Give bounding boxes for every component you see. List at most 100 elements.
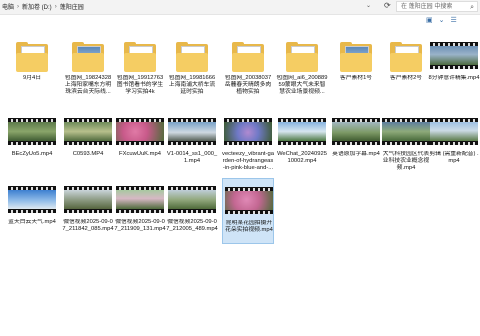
file-name-label: 英语原加字幕.mp4: [332, 151, 380, 157]
video-thumbnail: [114, 178, 166, 218]
video-thumbnail: [62, 178, 114, 218]
film-strip-icon: [278, 118, 326, 145]
search-input[interactable]: 在 蓬阳庄园 中搜索 ⌕: [396, 1, 478, 12]
video-file-item[interactable]: C0593.MP4: [62, 110, 114, 176]
file-name-label: FXcuwUuK.mp4: [119, 151, 161, 157]
file-name-label: 微信视频2025-09-07_212005_489.mp4: [166, 219, 218, 232]
film-strip-icon: [116, 186, 164, 213]
folder-item[interactable]: 包图网_19912763图书馆看书的学生学习实拍4k: [114, 34, 166, 100]
breadcrumb-item-folder[interactable]: 蓬阳庄园: [60, 2, 84, 11]
folder-item[interactable]: 客户素材2号: [380, 34, 432, 100]
file-name-label: 微信视频2025-09-07_211909_131.mp4: [114, 219, 166, 232]
film-strip-icon: [8, 118, 56, 145]
file-name-label: 蓝天白云天气.mp4: [8, 219, 56, 225]
folder-icon: [222, 34, 274, 74]
folder-icon: [6, 34, 58, 74]
folder-item[interactable]: 客户素材1号: [330, 34, 382, 100]
breadcrumb-separator-icon: ›: [17, 3, 20, 10]
breadcrumb-item-drive[interactable]: 新加卷 (D:): [22, 2, 52, 11]
video-thumbnail: [222, 110, 274, 150]
file-name-label: vecteezy_vibrant-garden-of-hydrangeas-in…: [222, 151, 274, 171]
view-icons: ▣ ⌄ ☰: [426, 16, 457, 24]
folder-icon: [114, 34, 166, 74]
address-bar: 电脑 › 新加卷 (D:) › 蓬阳庄园 ⌄ ⟳ 在 蓬阳庄园 中搜索 ⌕: [0, 0, 480, 15]
file-name-label: 包图网_19824328上海阳家嘴东方明珠滨云台天际线...: [64, 75, 112, 95]
video-file-item[interactable]: FXcuwUuK.mp4: [114, 110, 166, 176]
film-strip-icon: [116, 118, 164, 145]
video-thumbnail: [6, 178, 58, 218]
video-file-item[interactable]: 蓝天白云天气.mp4: [6, 178, 58, 244]
folder-icon: [276, 34, 328, 74]
video-thumbnail: [166, 110, 218, 150]
file-name-label: 8分钟意许精集.mp4: [428, 75, 480, 81]
file-name-label: 包图网_ai6_20088959蒙眼大气未来智慧农业场景视频...: [276, 75, 328, 95]
breadcrumb-separator-icon: ›: [54, 3, 57, 10]
video-file-item[interactable]: vecteezy_vibrant-garden-of-hydrangeas-in…: [222, 110, 274, 176]
folder-item[interactable]: 包图网_ai6_20088959蒙眼大气未来智慧农业场景视频...: [276, 34, 328, 100]
video-thumbnail: [330, 110, 382, 150]
file-name-label: C0593.MP4: [72, 151, 104, 157]
video-thumbnail: [223, 179, 275, 219]
film-strip-icon: [64, 118, 112, 145]
video-file-item[interactable]: 8分钟意许精集.mp4: [428, 34, 480, 100]
breadcrumb-item-computer[interactable]: 电脑: [2, 2, 14, 11]
file-name-label: 9月4日: [22, 75, 42, 81]
search-icon: ⌕: [470, 4, 474, 11]
file-name-label: 客户素材2号: [389, 75, 423, 81]
video-file-item[interactable]: 微信视频2025-09-07_211909_131.mp4: [114, 178, 166, 244]
file-name-label: 微信视频2025-09-07_211842_085.mp4: [62, 219, 114, 232]
video-file-item[interactable]: 昆明某花园拍摄开花朵实拍视频.mp4: [222, 178, 274, 244]
film-strip-icon: [382, 118, 430, 145]
file-name-label: 包图网_19912763图书馆看书的学生学习实拍4k: [116, 75, 164, 95]
video-file-item[interactable]: BEcZyUo5.mp4: [6, 110, 58, 176]
file-name-label: 客户素材1号: [339, 75, 373, 81]
film-strip-icon: [8, 186, 56, 213]
film-strip-icon: [430, 118, 478, 145]
video-thumbnail: [428, 34, 480, 74]
video-file-item[interactable]: WeChat_2024092510002.mp4: [276, 110, 328, 176]
folder-item[interactable]: 包图网_19981666上海南浦大桥车流延时实拍: [166, 34, 218, 100]
details-view-icon[interactable]: ☰: [451, 16, 457, 24]
file-name-label: 剪辑 (需重新配音) .mp4: [429, 151, 479, 164]
file-name-label: V1-0014_ss1_000_1.mp4: [166, 151, 218, 164]
large-icons-view-icon[interactable]: ▣: [426, 16, 433, 24]
search-placeholder: 在 蓬阳庄园 中搜索: [401, 4, 453, 10]
video-thumbnail: [114, 110, 166, 150]
refresh-icon[interactable]: ⟳: [384, 1, 391, 10]
file-name-label: 包图网_19981666上海南浦大桥车流延时实拍: [168, 75, 216, 95]
video-file-item[interactable]: 剪辑 (需重新配音) .mp4: [428, 110, 480, 176]
folder-item[interactable]: 包图网_19824328上海阳家嘴东方明珠滨云台天际线...: [62, 34, 114, 100]
video-thumbnail: [276, 110, 328, 150]
folder-item[interactable]: 包图网_20038037岳麓春天晴朗多肉植物实拍: [222, 34, 274, 100]
folder-icon: [330, 34, 382, 74]
film-strip-icon: [168, 118, 216, 145]
file-name-label: WeChat_2024092510002.mp4: [277, 151, 327, 164]
video-file-item[interactable]: V1-0014_ss1_000_1.mp4: [166, 110, 218, 176]
film-strip-icon: [430, 42, 478, 69]
view-toolbar: ▣ ⌄ ☰: [0, 15, 480, 28]
video-thumbnail: [62, 110, 114, 150]
film-strip-icon: [224, 118, 272, 145]
file-name-label: 昆明某花园拍摄开花朵实拍视频.mp4: [225, 220, 273, 233]
file-name-label: 大气科技园区代表业科技农业概念视频.mp4: [382, 151, 430, 171]
video-thumbnail: [428, 110, 480, 150]
film-strip-icon: [225, 187, 273, 214]
folder-icon: [62, 34, 114, 74]
film-strip-icon: [64, 186, 112, 213]
video-thumbnail: [380, 110, 432, 150]
folder-item[interactable]: 9月4日: [6, 34, 58, 100]
video-file-item[interactable]: 微信视频2025-09-07_212005_489.mp4: [166, 178, 218, 244]
folder-icon: [166, 34, 218, 74]
film-strip-icon: [168, 186, 216, 213]
file-name-label: BEcZyUo5.mp4: [11, 151, 53, 157]
file-name-label: 包图网_20038037岳麓春天晴朗多肉植物实拍: [224, 75, 272, 95]
film-strip-icon: [332, 118, 380, 145]
video-file-item[interactable]: 英语原加字幕.mp4: [330, 110, 382, 176]
video-thumbnail: [6, 110, 58, 150]
view-dropdown-chevron-icon[interactable]: ⌄: [439, 16, 445, 24]
video-file-item[interactable]: 大气科技园区代表业科技农业概念视频.mp4: [380, 110, 432, 176]
folder-icon: [380, 34, 432, 74]
video-file-item[interactable]: 微信视频2025-09-07_211842_085.mp4: [62, 178, 114, 244]
video-thumbnail: [166, 178, 218, 218]
chevron-down-icon[interactable]: ⌄: [366, 2, 371, 9]
